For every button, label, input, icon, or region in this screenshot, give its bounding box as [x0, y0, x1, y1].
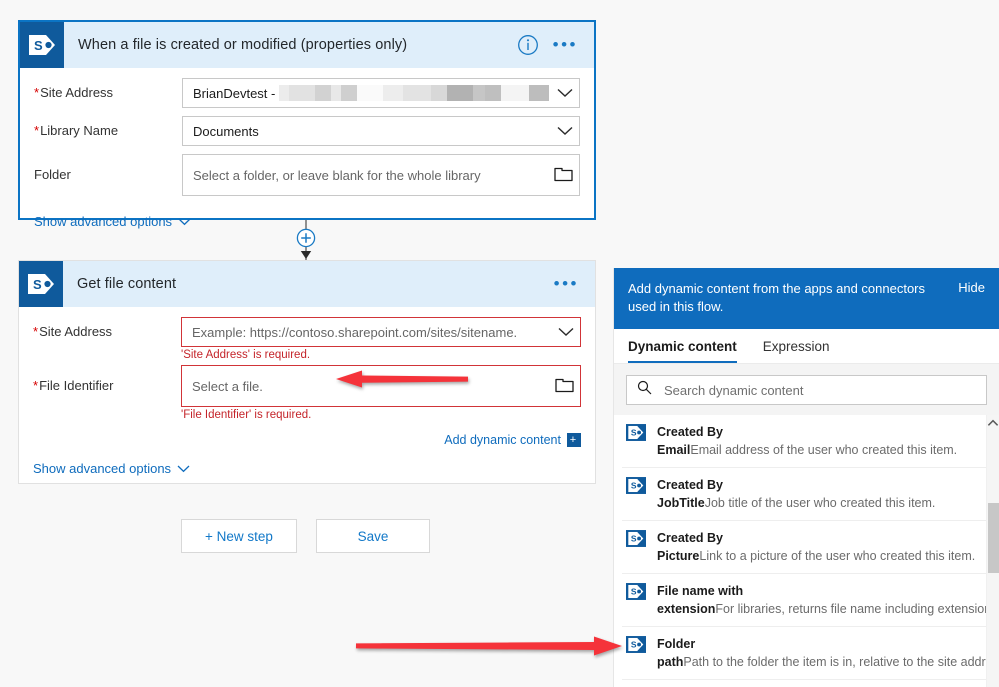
trigger-card-title: When a file is created or modified (prop…	[78, 37, 408, 53]
plus-box-icon: +	[567, 433, 581, 447]
action-show-advanced-options[interactable]: Show advanced options	[33, 461, 190, 476]
dynamic-content-scrollbar[interactable]	[986, 415, 999, 687]
dynamic-content-list-area: S Created By EmailEmail address of the u…	[614, 415, 999, 687]
required-asterisk: *	[33, 324, 39, 339]
tab-dynamic-content[interactable]: Dynamic content	[628, 339, 737, 363]
sharepoint-icon: S	[626, 477, 646, 499]
list-item-description: For libraries, returns file name includi…	[715, 602, 986, 616]
dynamic-content-tabs: Dynamic content Expression	[614, 329, 999, 364]
list-item[interactable]: S Created By JobTitleJob title of the us…	[622, 468, 986, 521]
arrow-pointing-file-identifier	[336, 368, 468, 390]
sharepoint-icon: S	[626, 636, 646, 658]
list-item[interactable]: S Created By PictureLink to a picture of…	[622, 521, 986, 574]
chevron-down-icon	[177, 461, 190, 476]
sharepoint-icon: S	[626, 583, 646, 605]
trigger-show-advanced-options[interactable]: Show advanced options	[34, 214, 191, 229]
chevron-up-icon[interactable]	[987, 415, 999, 431]
list-item-description: Link to a picture of the user who create…	[699, 549, 976, 563]
trigger-library-name-input[interactable]: Documents	[182, 116, 580, 146]
dynamic-content-panel: Add dynamic content from the apps and co…	[613, 268, 999, 687]
list-item[interactable]: S Created By EmailEmail address of the u…	[622, 415, 986, 468]
chevron-down-icon[interactable]	[557, 86, 573, 101]
action-file-identifier-label: *File Identifier	[33, 378, 114, 393]
svg-text:S: S	[631, 428, 637, 438]
action-site-address-error: 'Site Address' is required.	[181, 349, 311, 361]
action-field-site-address: *Site Address Example: https://contoso.s…	[33, 317, 581, 361]
trigger-folder-input[interactable]: Select a folder, or leave blank for the …	[182, 154, 580, 196]
trigger-card[interactable]: S When a file is created or modified (pr…	[18, 20, 596, 229]
trigger-card-header[interactable]: S When a file is created or modified (pr…	[20, 22, 594, 68]
required-asterisk: *	[34, 85, 40, 100]
action-card[interactable]: S Get file content ••• *Site Address Exa…	[18, 260, 596, 484]
dynamic-content-banner-text: Add dynamic content from the apps and co…	[628, 281, 926, 314]
chevron-down-icon[interactable]	[558, 325, 574, 340]
tab-expression[interactable]: Expression	[763, 339, 830, 363]
trigger-more-options-icon[interactable]: •••	[553, 36, 578, 53]
trigger-site-address-input[interactable]: BrianDevtest -	[182, 78, 580, 108]
action-card-header[interactable]: S Get file content •••	[19, 261, 595, 307]
chevron-down-icon	[178, 214, 191, 229]
search-input[interactable]	[662, 381, 976, 399]
search-box[interactable]	[626, 375, 987, 405]
trigger-field-site-address: *Site Address BrianDevtest -	[34, 78, 580, 108]
action-card-title: Get file content	[77, 276, 177, 292]
list-item[interactable]: S Folder pathPath to the folder the item…	[622, 627, 986, 680]
info-icon[interactable]	[517, 34, 539, 56]
arrow-pointing-identifier-item	[356, 634, 622, 658]
flow-connector[interactable]	[288, 220, 324, 260]
action-site-address-input[interactable]: Example: https://contoso.sharepoint.com/…	[181, 317, 581, 347]
list-item-description: Path to the folder the item is in, relat…	[683, 655, 986, 669]
scrollbar-thumb[interactable]	[988, 503, 999, 573]
list-item-description: Email address of the user who created th…	[690, 443, 958, 457]
action-field-file-identifier: *File Identifier Select a file. 'File Id…	[33, 365, 581, 447]
power-automate-flow-designer: S When a file is created or modified (pr…	[0, 0, 999, 687]
trigger-field-folder: Folder Select a folder, or leave blank f…	[34, 154, 580, 196]
redacted-text-block	[279, 85, 549, 101]
sharepoint-icon: S	[20, 22, 64, 68]
new-step-button[interactable]: + New step	[181, 519, 297, 553]
action-card-body: *Site Address Example: https://contoso.s…	[19, 307, 595, 488]
sharepoint-icon: S	[626, 424, 646, 446]
trigger-library-name-label: *Library Name	[34, 123, 119, 138]
hide-panel-button[interactable]: Hide	[958, 280, 985, 295]
required-asterisk: *	[33, 378, 39, 393]
list-item[interactable]: S IdentifierValue that can be used in fi…	[622, 680, 986, 687]
trigger-folder-label: Folder	[34, 167, 71, 182]
folder-icon[interactable]	[555, 376, 574, 396]
trigger-site-address-label: *Site Address	[34, 85, 114, 100]
action-more-options-icon[interactable]: •••	[554, 275, 579, 292]
svg-text:S: S	[33, 277, 42, 292]
svg-text:S: S	[631, 534, 637, 544]
trigger-field-library-name: *Library Name Documents	[34, 116, 580, 146]
add-dynamic-content-link[interactable]: Add dynamic content +	[444, 433, 581, 447]
svg-text:S: S	[34, 38, 43, 53]
svg-text:S: S	[631, 640, 637, 650]
svg-text:S: S	[631, 587, 637, 597]
required-asterisk: *	[34, 123, 40, 138]
action-file-identifier-error: 'File Identifier' is required.	[181, 409, 312, 421]
list-item[interactable]: S File name with extensionFor libraries,…	[622, 574, 986, 627]
dynamic-content-list[interactable]: S Created By EmailEmail address of the u…	[614, 415, 986, 687]
dynamic-content-banner: Add dynamic content from the apps and co…	[614, 268, 999, 329]
sharepoint-icon: S	[19, 261, 63, 307]
sharepoint-icon: S	[626, 530, 646, 552]
dynamic-content-search-area	[614, 364, 999, 415]
search-icon	[637, 380, 652, 400]
action-site-address-label: *Site Address	[33, 324, 113, 339]
trigger-card-body: *Site Address BrianDevtest - *Library Na…	[20, 68, 594, 241]
svg-text:S: S	[631, 481, 637, 491]
folder-icon[interactable]	[554, 165, 573, 185]
list-item-description: Job title of the user who created this i…	[704, 496, 936, 510]
save-button[interactable]: Save	[316, 519, 430, 553]
chevron-down-icon[interactable]	[557, 124, 573, 139]
